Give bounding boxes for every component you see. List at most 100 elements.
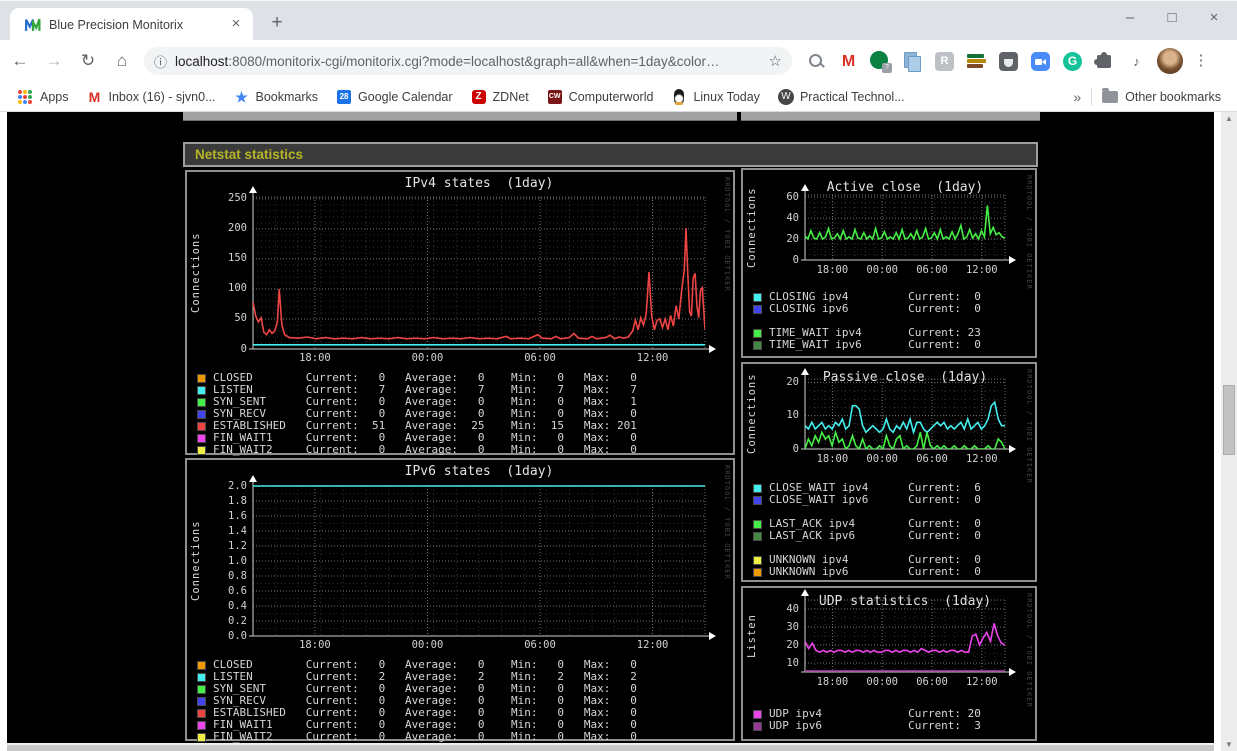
folder-icon	[1102, 87, 1119, 103]
legend-swatch	[753, 709, 762, 719]
bookmark-zdnet[interactable]: Z ZDNet	[471, 89, 529, 105]
window-close-button[interactable]: ×	[1201, 5, 1227, 31]
reload-button[interactable]: ↻	[74, 47, 102, 75]
extensions-puzzle-icon[interactable]	[1094, 51, 1115, 72]
browser-toolbar: ← → ↻ ⌂ ⓘ localhost:8080/monitorix-cgi/m…	[0, 40, 1237, 82]
bookmark-linux-today[interactable]: Linux Today	[671, 88, 760, 105]
y-tick-label: 30	[786, 620, 799, 633]
browser-tab[interactable]: Blue Precision Monitorix ×	[10, 8, 253, 41]
legend-swatch	[197, 672, 206, 682]
legend-row-unknown-ipv6: UNKNOWN ipv6 Current: 0	[753, 566, 981, 578]
series-established	[253, 228, 705, 340]
legend-swatch	[197, 696, 206, 706]
grammarly-extension-icon[interactable]: G	[1062, 51, 1083, 72]
legend-row-fin-wait2: FIN_WAIT2 Current: 0 Average: 0 Min: 0 M…	[197, 444, 637, 456]
call-extension-icon[interactable]: ?	[870, 50, 892, 73]
legend-entry: TIME_WAIT ipv6 Current: 0	[769, 338, 981, 351]
legend-swatch	[753, 495, 762, 505]
bookmark-computerworld[interactable]: CW Computerworld	[547, 89, 653, 105]
legend-swatch	[753, 340, 762, 350]
gmail-extension-icon[interactable]: M	[838, 51, 859, 72]
bookmark-bookmarks[interactable]: ★ Bookmarks	[234, 89, 318, 105]
apps-label: Apps	[40, 89, 69, 104]
graph-udp[interactable]: UDP statistics (1day) RRDTOOL / TOBI OETI…	[741, 586, 1037, 741]
x-tick-label: 18:00	[816, 453, 849, 465]
x-tick-label: 12:00	[636, 352, 669, 364]
window-controls: – □ ×	[1117, 5, 1227, 31]
url-text[interactable]: localhost:8080/monitorix-cgi/monitorix.c…	[175, 54, 763, 69]
book-stack-extension-icon[interactable]	[966, 51, 987, 72]
calendar-icon: 28	[336, 89, 352, 105]
y-tick-label: 0	[792, 442, 799, 455]
page-info-icon[interactable]: ⓘ	[154, 52, 167, 71]
y-tick-label: 100	[228, 282, 247, 295]
section-header-netstat: Netstat statistics	[183, 142, 1038, 167]
tab-strip: Blue Precision Monitorix × + – □ ×	[0, 0, 1237, 41]
x-tick-label: 06:00	[524, 352, 556, 364]
bookmark-google-calendar[interactable]: 28 Google Calendar	[336, 89, 453, 105]
legend-entry: UNKNOWN ipv6 Current: 0	[769, 565, 981, 578]
legend-row-closing-ipv6: CLOSING ipv6 Current: 0	[753, 303, 981, 315]
pocket-extension-icon[interactable]	[998, 51, 1019, 72]
url-host: localhost	[175, 53, 229, 69]
new-tab-button[interactable]: +	[264, 10, 290, 36]
section-title: Netstat statistics	[195, 147, 304, 162]
scrollbar-down-arrow[interactable]: ▼	[1221, 738, 1237, 751]
x-tick-label: 06:00	[916, 676, 948, 688]
scrollbar-up-arrow[interactable]: ▲	[1221, 112, 1237, 125]
url-bar[interactable]: ⓘ localhost:8080/monitorix-cgi/monitorix…	[144, 47, 792, 75]
browser-menu-icon[interactable]: ⋮	[1191, 48, 1211, 74]
maximize-button[interactable]: □	[1159, 5, 1185, 31]
x-tick-label: 18:00	[299, 639, 331, 651]
graph-passive[interactable]: Passive close (1day) RRDTOOL / TOBI OETIK…	[741, 362, 1037, 582]
legend-swatch	[753, 519, 762, 529]
other-bookmarks[interactable]: Other bookmarks	[1092, 87, 1221, 104]
legend-swatch	[197, 373, 206, 383]
apps-shortcut[interactable]: Apps	[18, 89, 69, 105]
zoom-extension-icon[interactable]	[1030, 51, 1051, 72]
x-tick-label: 06:00	[524, 639, 556, 651]
y-tick-label: 0	[240, 342, 247, 355]
page-scrollbar[interactable]: ▲ ▼	[1221, 112, 1237, 751]
search-extension-icon[interactable]	[806, 51, 827, 72]
home-button[interactable]: ⌂	[108, 47, 136, 75]
y-tick-label: 1.0	[228, 554, 247, 567]
scrollbar-thumb[interactable]	[1223, 385, 1235, 455]
forward-button[interactable]: →	[40, 47, 68, 75]
y-tick-label: 200	[228, 222, 247, 235]
graph-ipv6[interactable]: IPv6 states (1day) RRDTOOL / TOBI OETIKER…	[185, 458, 735, 743]
bookmarks-overflow-chevron[interactable]: »	[1063, 89, 1091, 105]
legend-entry: CLOSING ipv6 Current: 0	[769, 302, 981, 315]
penguin-icon	[671, 88, 687, 105]
bookmark-inbox[interactable]: M Inbox (16) - sjvn0...	[87, 89, 216, 105]
legend-swatch	[197, 720, 206, 730]
y-tick-label: 40	[786, 211, 799, 224]
copy-pages-extension-icon[interactable]	[902, 51, 923, 72]
legend-swatch	[753, 292, 762, 302]
legend-swatch	[753, 721, 762, 731]
legend-swatch	[197, 732, 206, 742]
bookmark-practical-technology[interactable]: W Practical Technol...	[777, 88, 905, 105]
y-tick-label: 40	[786, 602, 799, 615]
legend-entry: LAST_ACK ipv6 Current: 0	[769, 529, 981, 542]
bookmark-star-icon[interactable]: ☆	[769, 52, 782, 70]
back-button[interactable]: ←	[6, 47, 34, 75]
graph-active[interactable]: Active close (1day) RRDTOOL / TOBI OETIKE…	[741, 168, 1037, 358]
graph-ipv4[interactable]: IPv4 states (1day) RRDTOOL / TOBI OETIKER…	[185, 170, 735, 456]
y-tick-label: 2.0	[228, 479, 247, 492]
reader-extension-icon[interactable]: R	[934, 51, 955, 72]
tab-close-icon[interactable]: ×	[227, 15, 245, 34]
media-queue-icon[interactable]: ♪	[1126, 51, 1147, 72]
y-tick-label: 1.8	[228, 494, 247, 507]
y-tick-label: 0.6	[228, 584, 247, 597]
browser-window: Blue Precision Monitorix × + – □ × ← → ↻…	[0, 0, 1237, 751]
minimize-button[interactable]: –	[1117, 5, 1143, 31]
profile-avatar[interactable]	[1157, 48, 1183, 74]
x-tick-label: 00:00	[866, 264, 898, 276]
apps-grid-icon	[18, 89, 34, 105]
legend-swatch	[753, 304, 762, 314]
legend-entry: FIN_WAIT2 Current: 0 Average: 0 Min: 0 M…	[213, 730, 637, 743]
y-tick-label: 0.2	[228, 614, 247, 627]
x-tick-label: 18:00	[816, 676, 849, 688]
y-tick-label: 0.8	[228, 569, 247, 582]
